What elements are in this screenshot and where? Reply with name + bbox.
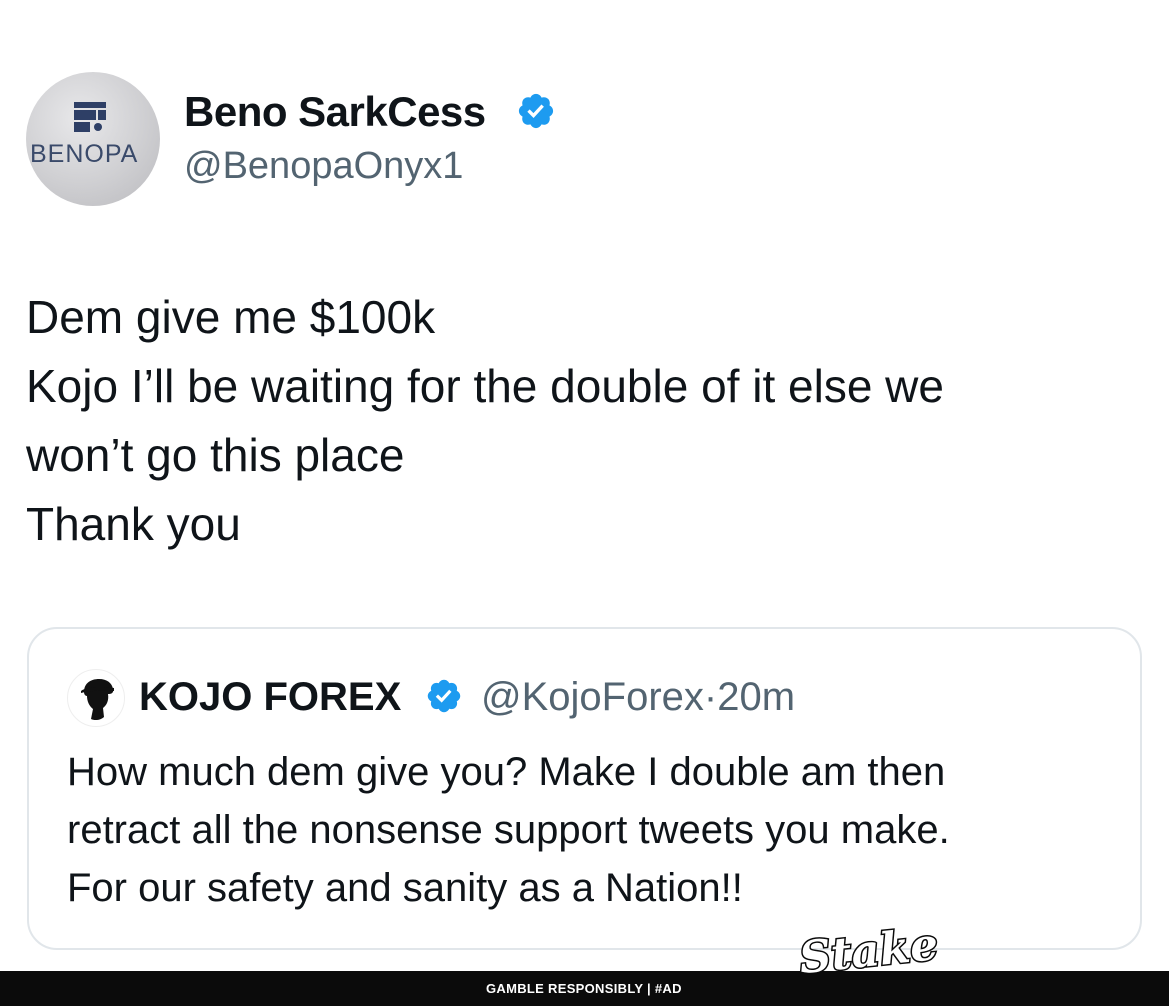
- author-handle[interactable]: @BenopaOnyx1: [184, 145, 463, 188]
- quoted-tweet-line: How much dem give you? Make I double am …: [67, 750, 946, 794]
- benopa-logo-icon: [74, 102, 106, 132]
- quoted-handle-time[interactable]: @KojoForex·20m: [481, 675, 795, 720]
- tweet-line: won’t go this place: [26, 429, 405, 481]
- verified-badge-icon: [427, 679, 461, 713]
- quoted-display-name[interactable]: KOJO FOREX: [139, 675, 401, 720]
- stake-logo: Stake: [795, 917, 942, 993]
- quoted-handle[interactable]: @KojoForex: [481, 675, 704, 719]
- gamble-responsibly-text: GAMBLE RESPONSIBLY | #AD: [486, 981, 682, 996]
- quoted-tweet-card[interactable]: KOJO FOREX @KojoForex·20m How much dem g…: [27, 627, 1142, 950]
- quoted-author-avatar[interactable]: [67, 669, 125, 727]
- quoted-tweet-line: retract all the nonsense support tweets …: [67, 808, 950, 852]
- verified-badge-icon: [518, 93, 554, 129]
- tweet-text: Dem give me $100k Kojo I’ll be waiting f…: [26, 283, 1136, 559]
- author-display-name[interactable]: Beno SarkCess: [184, 88, 486, 136]
- quoted-timestamp[interactable]: 20m: [717, 675, 795, 719]
- silhouette-icon: [81, 679, 114, 721]
- dot-separator: ·: [703, 675, 718, 719]
- ad-banner: GAMBLE RESPONSIBLY | #AD: [0, 971, 1169, 1006]
- quoted-tweet-line: For our safety and sanity as a Nation!!: [67, 866, 743, 910]
- quoted-tweet-text: How much dem give you? Make I double am …: [67, 743, 1127, 917]
- stake-logo-text: Stake: [795, 917, 942, 985]
- tweet-line: Dem give me $100k: [26, 291, 436, 343]
- tweet-line: Thank you: [26, 498, 241, 550]
- avatar-brand-text: BENOPA: [30, 140, 139, 168]
- tweet-line: Kojo I’ll be waiting for the double of i…: [26, 360, 944, 412]
- author-avatar[interactable]: BENOPA: [26, 72, 160, 206]
